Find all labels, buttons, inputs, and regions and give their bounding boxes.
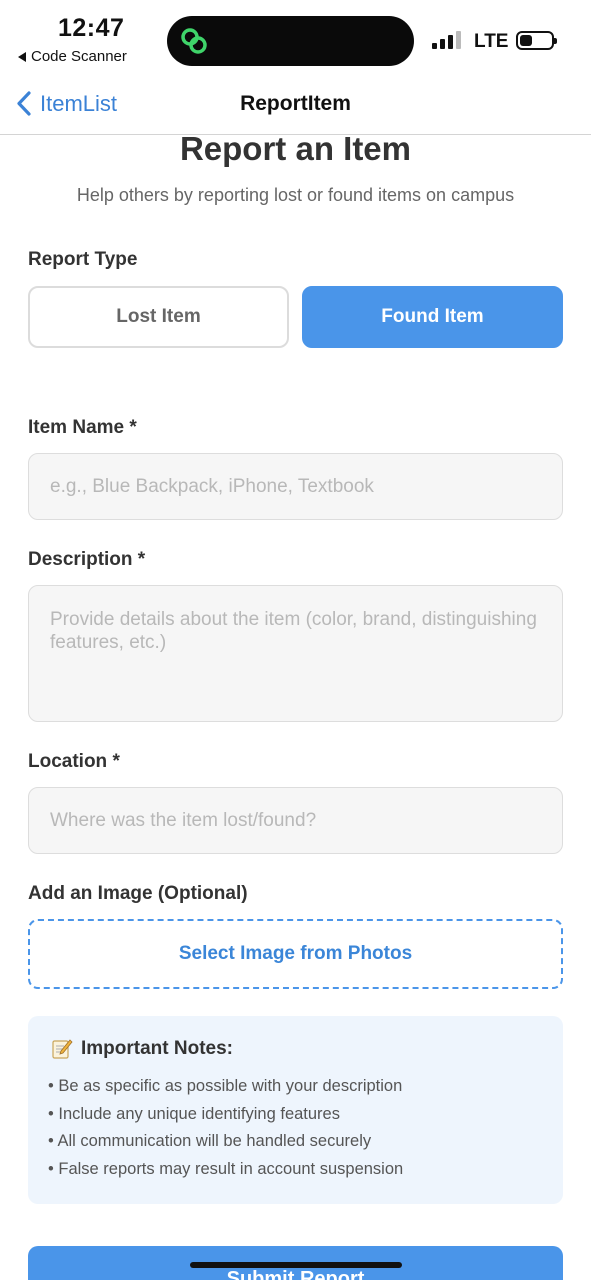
description-textarea[interactable]: Provide details about the item (color, b… xyxy=(28,585,563,722)
note-item: • All communication will be handled secu… xyxy=(48,1132,372,1150)
back-app-label: Code Scanner xyxy=(31,48,127,65)
network-type: LTE xyxy=(474,31,509,52)
status-time: 12:47 xyxy=(58,14,125,42)
report-type-label: Report Type xyxy=(28,249,138,270)
battery-icon xyxy=(516,31,557,50)
description-placeholder: Provide details about the item (color, b… xyxy=(50,609,537,653)
select-image-button[interactable]: Select Image from Photos xyxy=(28,919,563,989)
description-label: Description * xyxy=(28,549,146,570)
status-bar: 12:47 Code Scanner LTE xyxy=(0,0,591,72)
page-subtitle: Help others by reporting lost or found i… xyxy=(76,185,515,205)
link-rings-icon xyxy=(181,28,207,54)
lost-item-button[interactable]: Lost Item xyxy=(28,286,289,348)
item-name-placeholder: e.g., Blue Backpack, iPhone, Textbook xyxy=(50,475,374,497)
image-label: Add an Image (Optional) xyxy=(28,883,248,904)
location-input[interactable]: Where was the item lost/found? xyxy=(28,787,563,854)
note-item: • Include any unique identifying feature… xyxy=(48,1104,340,1123)
location-label: Location * xyxy=(28,751,120,772)
location-placeholder: Where was the item lost/found? xyxy=(50,809,317,831)
notes-title: Important Notes: xyxy=(81,1038,233,1059)
notes-list: • Be as specific as possible with your d… xyxy=(48,1073,543,1183)
home-indicator[interactable] xyxy=(190,1262,402,1268)
note-item: • Be as specific as possible with your d… xyxy=(48,1077,403,1095)
important-notes-box: Important Notes: • Be as specific as pos… xyxy=(28,1016,563,1204)
found-item-button[interactable]: Found Item xyxy=(302,286,563,348)
item-name-input[interactable]: e.g., Blue Backpack, iPhone, Textbook xyxy=(28,453,563,520)
notes-header: Important Notes: xyxy=(51,1038,543,1060)
nav-title: ReportItem xyxy=(240,92,351,115)
navigation-bar: ItemList ReportItem xyxy=(0,80,591,135)
dynamic-island xyxy=(167,16,414,66)
back-to-app-button[interactable]: Code Scanner xyxy=(18,48,127,65)
memo-icon xyxy=(52,1039,73,1059)
signal-icon xyxy=(432,31,461,49)
back-triangle-icon xyxy=(18,51,26,62)
item-name-label: Item Name * xyxy=(28,417,137,438)
note-item: • False reports may result in account su… xyxy=(48,1159,404,1178)
page-title: Report an Item xyxy=(179,130,412,167)
